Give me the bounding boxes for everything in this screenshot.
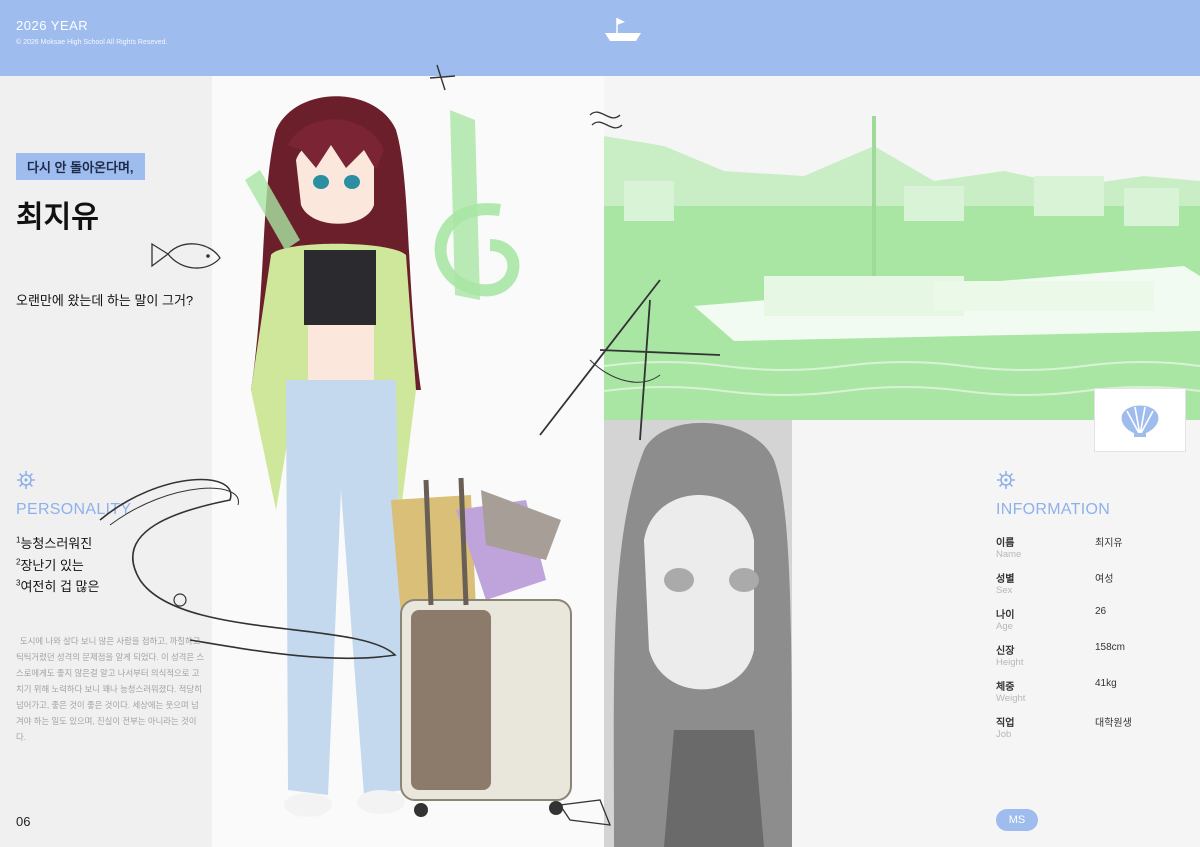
character-name: 최지유 — [16, 201, 99, 234]
copyright-text: © 2026 Moksae High School All Rights Res… — [16, 39, 168, 46]
year-label: 2026 YEAR — [16, 18, 89, 33]
helm-icon — [997, 471, 1015, 489]
trait-item: 1능청스러워진 — [16, 535, 93, 551]
info-sub-name: Name — [996, 549, 1022, 560]
info-value-job: 대학원생 — [1095, 718, 1132, 729]
trait-item: 3여전히 겁 많은 — [16, 578, 100, 594]
quote-label: 다시 안 돌아온다며, — [16, 153, 145, 180]
header-band: 2026 YEAR © 2026 Moksae High School All … — [0, 0, 1200, 76]
profile-page: 2026 YEAR © 2026 Moksae High School All … — [0, 0, 1200, 847]
information-title: INFORMATION — [996, 501, 1111, 518]
info-label-sex: 성별 — [996, 574, 1015, 585]
info-value-height: 158cm — [1095, 642, 1126, 653]
info-label-job: 직업 — [996, 718, 1015, 729]
character-portrait — [604, 420, 792, 847]
info-label-height: 신장 — [996, 646, 1015, 657]
info-label-name: 이름 — [996, 538, 1015, 549]
character-illustration — [251, 96, 572, 817]
info-value-age: 26 — [1095, 606, 1107, 617]
page-number: 06 — [16, 814, 31, 829]
info-sub-age: Age — [996, 621, 1013, 632]
info-value-weight: 41kg — [1095, 678, 1117, 689]
shell-card — [1094, 388, 1186, 452]
info-value-sex: 여성 — [1095, 574, 1114, 585]
info-label-weight: 체중 — [996, 682, 1015, 693]
info-sub-job: Job — [996, 729, 1012, 740]
personality-title: PERSONALITY — [16, 501, 132, 518]
trait-item: 2장난기 있는 — [16, 557, 84, 573]
shell-icon — [1121, 405, 1159, 437]
info-label-age: 나이 — [996, 610, 1015, 621]
bio-paragraph: 도시에 나와 살다 보니 많은 사람을 접하고, 까칠하고 틱틱거렸던 성격의 … — [16, 636, 205, 742]
harbor-photo — [604, 76, 1200, 420]
ms-badge: MS — [996, 809, 1038, 831]
fish-icon — [151, 242, 221, 269]
helm-icon — [17, 471, 35, 489]
info-sub-sex: Sex — [996, 585, 1013, 596]
info-value-name: 최지유 — [1095, 538, 1123, 549]
harbor-image — [604, 116, 1200, 420]
tagline: 오랜만에 왔는데 하는 말이 그거? — [16, 293, 194, 308]
boat-icon — [605, 18, 641, 41]
info-sub-height: Height — [996, 657, 1024, 668]
info-sub-weight: Weight — [996, 693, 1026, 704]
